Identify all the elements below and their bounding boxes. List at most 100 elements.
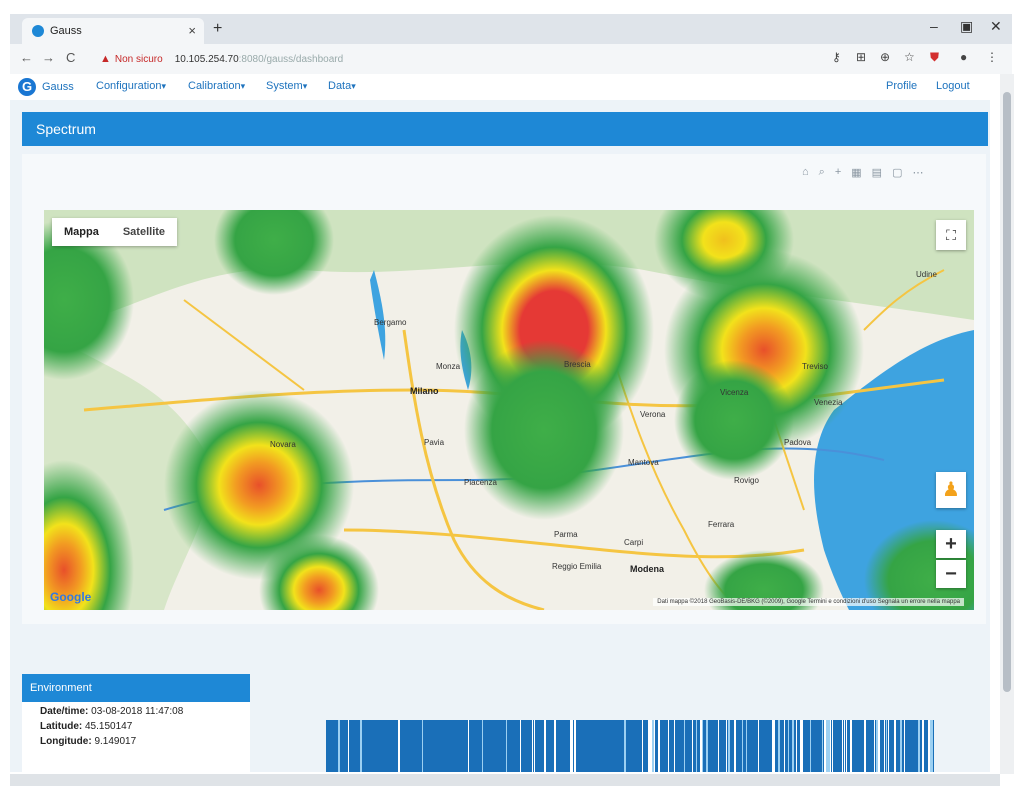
spectrum-stripe	[778, 720, 780, 772]
city-label: Mantova	[628, 458, 659, 467]
longitude-value: 9.149017	[94, 736, 137, 747]
menu-configuration-label: Configuration	[96, 80, 162, 92]
zoom-out-button[interactable]: −	[936, 560, 966, 588]
spectrum-stripe	[468, 720, 469, 772]
spectrum-stripe	[810, 720, 811, 772]
spectrum-stripe	[718, 720, 719, 772]
city-label: Reggio Emilia	[552, 562, 602, 571]
spectrum-stripe	[932, 720, 933, 772]
spectrum-stripe	[758, 720, 759, 772]
spectrum-stripe	[570, 720, 572, 772]
spectrum-stripe	[918, 720, 920, 772]
spectrum-stripe	[650, 720, 652, 772]
spectrum-stripe	[742, 720, 743, 772]
url-input[interactable]: ▲ Non sicuro 10.105.254.70 :8080/gauss/d…	[100, 48, 820, 70]
profile-link[interactable]: Profile	[886, 80, 917, 92]
back-button[interactable]: ←	[20, 50, 33, 65]
vertical-scrollbar[interactable]	[1000, 74, 1014, 774]
minimize-button[interactable]: –	[930, 18, 938, 34]
browser-menu-icon[interactable]: ⋮	[986, 50, 998, 64]
spectrum-stripe	[554, 720, 556, 772]
google-logo[interactable]: Google	[50, 590, 91, 604]
tab-close-icon[interactable]: ×	[188, 23, 196, 38]
heatmap-map[interactable]: Milano Monza Bergamo Brescia Verona Vice…	[44, 210, 974, 610]
city-label: Milano	[410, 386, 439, 396]
address-bar: ← → C ▲ Non sicuro 10.105.254.70 :8080/g…	[10, 44, 1012, 75]
spectrum-stripe	[774, 720, 775, 772]
environment-title: Environment	[22, 674, 250, 702]
spectrum-stripe	[850, 720, 852, 772]
maximize-button[interactable]: ▣	[960, 18, 973, 35]
zoom-in-button[interactable]: +	[936, 530, 966, 558]
star-icon[interactable]: ☆	[904, 50, 915, 64]
spectrum-waterfall[interactable]	[326, 720, 934, 772]
scrollbar-thumb[interactable]	[1003, 92, 1011, 692]
latitude-label: Latitude:	[40, 721, 83, 732]
spectrum-stripe	[930, 720, 932, 772]
home-icon[interactable]: ⌂	[802, 166, 809, 179]
latitude-row: Latitude: 45.150147	[22, 717, 250, 732]
app-name-link[interactable]: Gauss	[42, 81, 74, 93]
menu-configuration[interactable]: Configuration▾	[96, 80, 166, 92]
tab-title: Gauss	[50, 25, 82, 37]
spectrum-stripe	[842, 720, 843, 772]
key-icon[interactable]: ⚷	[832, 50, 841, 64]
spectrum-stripe	[572, 720, 573, 772]
spectrum-stripe	[544, 720, 546, 772]
spectrum-stripe	[734, 720, 736, 772]
longitude-row: Longitude: 9.149017	[22, 732, 250, 747]
datetime-value: 03-08-2018 11:47:08	[91, 706, 184, 717]
chart-icon[interactable]: ▢	[892, 166, 902, 179]
spectrum-stripe	[654, 720, 655, 772]
spectrum-stripe	[876, 720, 878, 772]
page-title: Spectrum	[22, 112, 988, 146]
spectrum-stripe	[652, 720, 654, 772]
search-icon[interactable]: ⌕	[819, 166, 825, 179]
spectrum-stripe	[624, 720, 626, 772]
new-tab-button[interactable]: +	[213, 20, 222, 38]
horizontal-scrollbar[interactable]	[10, 774, 1000, 786]
menu-calibration-label: Calibration	[188, 80, 241, 92]
app-logo-icon[interactable]: G	[18, 78, 36, 96]
spectrum-stripe	[822, 720, 823, 772]
spectrum-stripe	[894, 720, 896, 772]
datetime-row: Date/time: 03-08-2018 11:47:08	[22, 702, 250, 717]
chevron-down-icon: ▾	[161, 81, 166, 91]
spectrum-stripe	[338, 720, 340, 772]
logout-link[interactable]: Logout	[936, 80, 970, 92]
spectrum-stripe	[746, 720, 747, 772]
spectrum-stripe	[668, 720, 669, 772]
map-type-mappa-button[interactable]: Mappa	[52, 218, 111, 246]
menu-data[interactable]: Data▾	[328, 80, 356, 92]
city-label: Udine	[916, 270, 937, 279]
grid-icon[interactable]: ▦	[851, 166, 861, 179]
longitude-label: Longitude:	[40, 736, 92, 747]
spectrum-stripe	[684, 720, 685, 772]
not-secure-label[interactable]: Non sicuro	[115, 54, 163, 65]
extension-shield-icon[interactable]: ⛊	[930, 50, 939, 65]
layers-icon[interactable]: ▤	[872, 166, 882, 179]
close-window-button[interactable]: ✕	[990, 18, 1002, 35]
browser-tab[interactable]: Gauss ×	[22, 18, 204, 44]
account-icon[interactable]: ●	[960, 50, 967, 64]
spectrum-stripe	[784, 720, 785, 772]
zoom-icon[interactable]: ⊕	[880, 50, 890, 64]
warning-icon: ▲	[100, 53, 111, 65]
street-view-pegman-icon[interactable]: ♟	[936, 472, 966, 508]
menu-system[interactable]: System▾	[266, 80, 307, 92]
map-type-satellite-button[interactable]: Satellite	[111, 218, 177, 246]
city-label: Novara	[270, 440, 296, 449]
spectrum-stripe	[482, 720, 483, 772]
menu-calibration[interactable]: Calibration▾	[188, 80, 245, 92]
settings-icon[interactable]: ⋯	[912, 166, 923, 179]
fullscreen-icon[interactable]: ⛶	[936, 220, 966, 250]
plus-icon[interactable]: +	[835, 166, 841, 179]
spectrum-stripe	[692, 720, 693, 772]
city-label: Padova	[784, 438, 812, 447]
map-attribution[interactable]: Dati mappa ©2018 GeoBasis-DE/BKG (©2009)…	[653, 598, 964, 606]
city-label: Brescia	[564, 360, 591, 369]
translate-icon[interactable]: ⊞	[856, 50, 866, 64]
reload-button[interactable]: C	[66, 50, 75, 65]
forward-button[interactable]: →	[42, 50, 55, 65]
map-type-control: Mappa Satellite	[52, 218, 178, 246]
